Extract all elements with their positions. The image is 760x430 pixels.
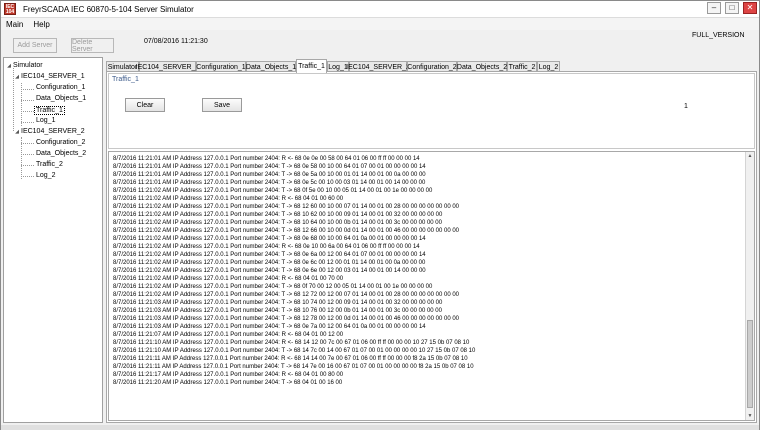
log-line: 8/7/2016 11:21:03 AM IP Address 127.0.0.… — [113, 316, 459, 322]
log-line: 8/7/2016 11:21:02 AM IP Address 127.0.0.… — [113, 260, 426, 266]
window-title: FreyrSCADA IEC 60870-5-104 Server Simula… — [23, 4, 194, 14]
close-icon[interactable]: ✕ — [743, 2, 757, 14]
log-lines: 8/7/2016 11:21:01 AM IP Address 127.0.0.… — [113, 155, 738, 387]
save-button[interactable]: Save — [202, 98, 242, 112]
log-line: 8/7/2016 11:21:11 AM IP Address 127.0.0.… — [113, 356, 468, 362]
tree-node-traffic-2[interactable]: Traffic_2 — [35, 161, 64, 168]
group-title: Traffic_1 — [112, 76, 139, 83]
log-line: 8/7/2016 11:21:02 AM IP Address 127.0.0.… — [113, 244, 420, 250]
traffic-log[interactable]: 8/7/2016 11:21:01 AM IP Address 127.0.0.… — [108, 151, 755, 421]
delete-server-button[interactable]: Delete Server — [71, 38, 114, 53]
scroll-down-icon[interactable]: ▼ — [746, 412, 754, 420]
maximize-icon[interactable]: □ — [725, 2, 739, 14]
log-line: 8/7/2016 11:21:11 AM IP Address 127.0.0.… — [113, 364, 474, 370]
log-line: 8/7/2016 11:21:02 AM IP Address 127.0.0.… — [113, 196, 344, 202]
log-line: 8/7/2016 11:21:02 AM IP Address 127.0.0.… — [113, 228, 459, 234]
traffic-controls-group: Traffic_1 Clear Save 1 — [108, 73, 755, 149]
log-line: 8/7/2016 11:21:02 AM IP Address 127.0.0.… — [113, 268, 426, 274]
tree-node-configuration-1[interactable]: Configuration_1 — [35, 84, 86, 91]
tree-node-data-objects-2[interactable]: Data_Objects_2 — [35, 150, 87, 157]
log-line: 8/7/2016 11:21:01 AM IP Address 127.0.0.… — [113, 164, 426, 170]
log-line: 8/7/2016 11:21:17 AM IP Address 127.0.0.… — [113, 372, 344, 378]
log-line: 8/7/2016 11:21:02 AM IP Address 127.0.0.… — [113, 188, 433, 194]
log-line: 8/7/2016 11:21:02 AM IP Address 127.0.0.… — [113, 204, 459, 210]
menu-main[interactable]: Main — [1, 20, 28, 29]
scroll-up-icon[interactable]: ▲ — [746, 152, 754, 160]
app-window: IEC 104 FreyrSCADA IEC 60870-5-104 Serve… — [0, 0, 760, 430]
tab-traffic-1[interactable]: Traffic_1 — [296, 59, 327, 73]
log-line: 8/7/2016 11:21:02 AM IP Address 127.0.0.… — [113, 292, 459, 298]
log-line: 8/7/2016 11:21:10 AM IP Address 127.0.0.… — [113, 348, 476, 354]
title-bar: IEC 104 FreyrSCADA IEC 60870-5-104 Serve… — [1, 1, 759, 18]
log-line: 8/7/2016 11:21:02 AM IP Address 127.0.0.… — [113, 252, 426, 258]
status-bar — [1, 425, 759, 430]
scroll-thumb[interactable] — [747, 320, 753, 408]
current-datetime: 07/08/2016 11:21:30 — [144, 38, 208, 45]
log-line: 8/7/2016 11:21:02 AM IP Address 127.0.0.… — [113, 236, 426, 242]
log-line: 8/7/2016 11:21:03 AM IP Address 127.0.0.… — [113, 308, 442, 314]
message-counter: 1 — [684, 103, 688, 110]
log-line: 8/7/2016 11:21:01 AM IP Address 127.0.0.… — [113, 180, 426, 186]
log-line: 8/7/2016 11:21:01 AM IP Address 127.0.0.… — [113, 172, 426, 178]
tree-node-data-objects-1[interactable]: Data_Objects_1 — [35, 95, 87, 102]
menu-help[interactable]: Help — [28, 20, 54, 29]
menu-bar: Main Help — [1, 18, 759, 30]
tree-node-server-2[interactable]: ◢ IEC104_SERVER_2 — [14, 128, 86, 135]
log-scrollbar[interactable]: ▲ ▼ — [745, 152, 754, 420]
tree-node-simulator[interactable]: ◢ Simulator — [6, 62, 44, 69]
tree-node-log-1[interactable]: Log_1 — [35, 117, 56, 124]
log-line: 8/7/2016 11:21:20 AM IP Address 127.0.0.… — [113, 380, 343, 386]
tree-node-log-2[interactable]: Log_2 — [35, 172, 56, 179]
log-line: 8/7/2016 11:21:07 AM IP Address 127.0.0.… — [113, 332, 344, 338]
window-controls: – □ ✕ — [707, 2, 757, 14]
log-line: 8/7/2016 11:21:02 AM IP Address 127.0.0.… — [113, 220, 442, 226]
version-label: FULL_VERSION — [692, 32, 745, 39]
app-logo-icon: IEC 104 — [4, 3, 16, 15]
minimize-icon[interactable]: – — [707, 2, 721, 14]
add-server-button[interactable]: Add Server — [13, 38, 57, 53]
clear-button[interactable]: Clear — [125, 98, 165, 112]
log-line: 8/7/2016 11:21:02 AM IP Address 127.0.0.… — [113, 284, 433, 290]
log-line: 8/7/2016 11:21:02 AM IP Address 127.0.0.… — [113, 212, 443, 218]
navigation-tree: ◢ Simulator ◢ IEC104_SERVER_1 Configurat… — [3, 57, 103, 423]
toolbar: Add Server Delete Server 07/08/2016 11:2… — [1, 32, 759, 56]
log-line: 8/7/2016 11:21:10 AM IP Address 127.0.0.… — [113, 340, 470, 346]
tree-node-configuration-2[interactable]: Configuration_2 — [35, 139, 86, 146]
log-line: 8/7/2016 11:21:01 AM IP Address 127.0.0.… — [113, 156, 420, 162]
log-line: 8/7/2016 11:21:02 AM IP Address 127.0.0.… — [113, 276, 344, 282]
log-line: 8/7/2016 11:21:03 AM IP Address 127.0.0.… — [113, 300, 443, 306]
log-line: 8/7/2016 11:21:03 AM IP Address 127.0.0.… — [113, 324, 426, 330]
tree-node-traffic-1[interactable]: Traffic_1 — [34, 106, 65, 115]
tree-node-server-1[interactable]: ◢ IEC104_SERVER_1 — [14, 73, 86, 80]
main-content: Simulator IEC104_SERVER_1 Configuration_… — [106, 57, 757, 423]
traffic-panel: Traffic_1 Clear Save 1 8/7/2016 11:21:01… — [106, 71, 757, 423]
